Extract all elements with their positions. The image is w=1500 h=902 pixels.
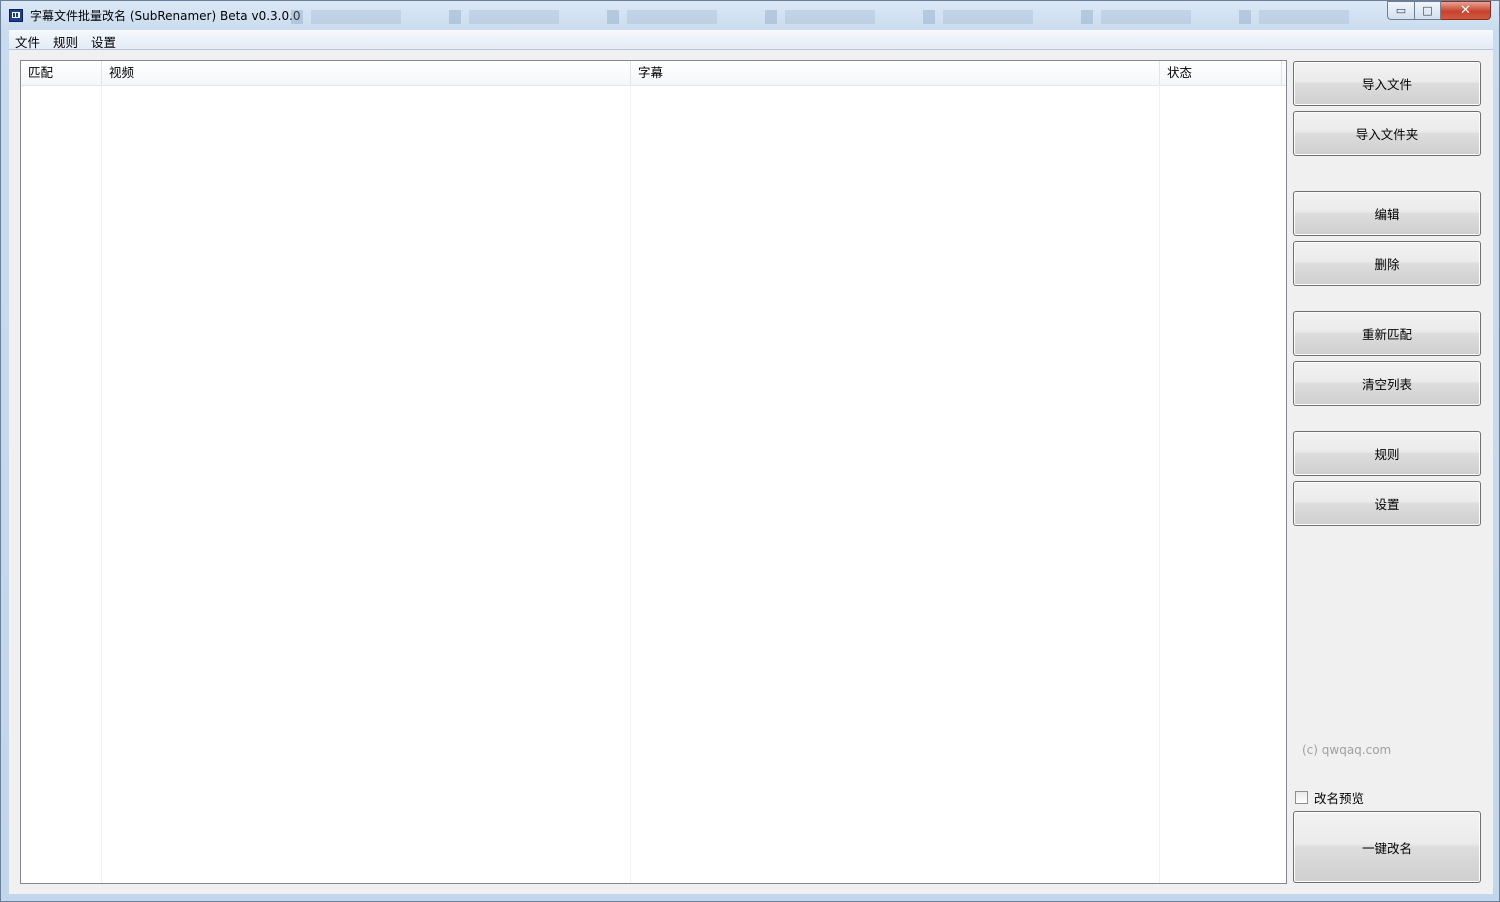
clear-list-button[interactable]: 清空列表 bbox=[1293, 361, 1481, 406]
menu-rules[interactable]: 规则 bbox=[53, 32, 78, 51]
edit-button[interactable]: 编辑 bbox=[1293, 191, 1481, 236]
minimize-icon: ▭ bbox=[1395, 4, 1407, 17]
maximize-icon: □ bbox=[1422, 4, 1433, 17]
rename-preview-label[interactable]: 改名预览 bbox=[1314, 788, 1364, 807]
background-glass-blur bbox=[291, 10, 1371, 24]
menu-bar: 文件 规则 设置 bbox=[9, 30, 1493, 50]
main-panel: 匹配 视频 字幕 状态 导入文件 导入文件夹 编辑 删除 重新匹配 清空列表 规… bbox=[9, 50, 1493, 894]
column-divider bbox=[630, 85, 631, 883]
window-controls: ▭ □ ✕ bbox=[1387, 1, 1491, 20]
column-header-status[interactable]: 状态 bbox=[1160, 61, 1282, 85]
import-folder-button[interactable]: 导入文件夹 bbox=[1293, 111, 1481, 156]
app-window: 字幕文件批量改名 (SubRenamer) Beta v0.3.0.0 ▭ □ … bbox=[0, 0, 1500, 902]
rematch-button[interactable]: 重新匹配 bbox=[1293, 311, 1481, 356]
column-header-match[interactable]: 匹配 bbox=[21, 61, 102, 85]
file-list[interactable]: 匹配 视频 字幕 状态 bbox=[20, 60, 1287, 884]
rename-preview-option[interactable]: 改名预览 bbox=[1295, 788, 1364, 807]
minimize-button[interactable]: ▭ bbox=[1387, 1, 1414, 20]
copyright-text: (c) qwqaq.com bbox=[1302, 743, 1392, 757]
column-divider bbox=[1159, 85, 1160, 883]
column-header-subtitle[interactable]: 字幕 bbox=[631, 61, 1160, 85]
close-icon: ✕ bbox=[1460, 3, 1471, 18]
window-title: 字幕文件批量改名 (SubRenamer) Beta v0.3.0.0 bbox=[30, 9, 301, 23]
rules-button[interactable]: 规则 bbox=[1293, 431, 1481, 476]
menu-file[interactable]: 文件 bbox=[15, 32, 40, 51]
title-bar[interactable]: 字幕文件批量改名 (SubRenamer) Beta v0.3.0.0 ▭ □ … bbox=[1, 1, 1499, 30]
close-button[interactable]: ✕ bbox=[1441, 1, 1491, 20]
app-icon bbox=[9, 9, 23, 22]
list-header: 匹配 视频 字幕 状态 bbox=[21, 61, 1286, 86]
maximize-button[interactable]: □ bbox=[1414, 1, 1441, 20]
menu-settings[interactable]: 设置 bbox=[91, 32, 116, 51]
rename-preview-checkbox[interactable] bbox=[1295, 791, 1308, 804]
settings-button[interactable]: 设置 bbox=[1293, 481, 1481, 526]
delete-button[interactable]: 删除 bbox=[1293, 241, 1481, 286]
import-file-button[interactable]: 导入文件 bbox=[1293, 61, 1481, 106]
column-header-video[interactable]: 视频 bbox=[102, 61, 631, 85]
column-divider bbox=[101, 85, 102, 883]
rename-all-button[interactable]: 一键改名 bbox=[1293, 811, 1481, 883]
